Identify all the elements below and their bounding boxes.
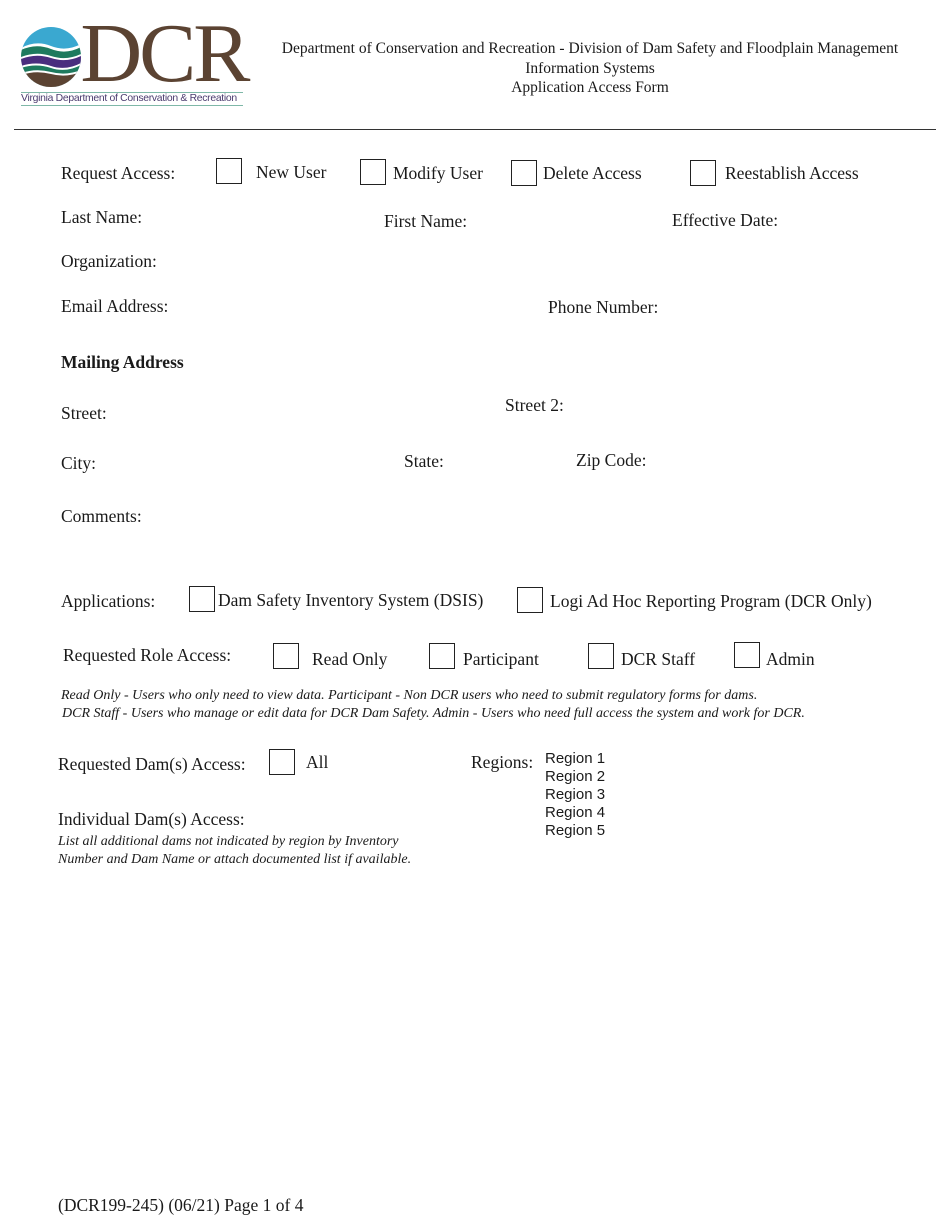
individual-dam-label: Individual Dam(s) Access: (58, 809, 245, 829)
role-note-line2: DCR Staff - Users who manage or edit dat… (62, 706, 805, 721)
individual-dam-note-line2: Number and Dam Name or attach documented… (58, 852, 412, 867)
regions-label: Regions: (471, 752, 534, 772)
delete-access-checkbox[interactable] (511, 160, 537, 186)
mailing-address-heading: Mailing Address (61, 352, 184, 372)
logi-label: Logi Ad Hoc Reporting Program (DCR Only) (550, 591, 872, 611)
participant-checkbox[interactable] (429, 643, 455, 669)
header-form-title: Application Access Form (511, 79, 669, 96)
regions-list[interactable]: Region 1 Region 2 Region 3 Region 4 Regi… (545, 750, 605, 840)
comments-label: Comments: (61, 506, 142, 526)
organization-label: Organization: (61, 251, 157, 271)
dcr-staff-label: DCR Staff (621, 649, 696, 669)
last-name-label: Last Name: (61, 207, 143, 227)
phone-label: Phone Number: (548, 297, 659, 317)
dcr-staff-checkbox[interactable] (588, 643, 614, 669)
all-dams-checkbox[interactable] (269, 749, 295, 775)
individual-dam-note-line1: List all additional dams not indicated b… (58, 834, 399, 849)
modify-user-label: Modify User (393, 163, 483, 183)
new-user-label: New User (256, 162, 327, 182)
dsis-label: Dam Safety Inventory System (DSIS) (218, 590, 484, 610)
admin-checkbox[interactable] (734, 642, 760, 668)
modify-user-checkbox[interactable] (360, 159, 386, 185)
region-option[interactable]: Region 4 (545, 804, 605, 822)
applications-label: Applications: (61, 591, 156, 611)
street2-label: Street 2: (505, 395, 564, 415)
participant-label: Participant (463, 649, 539, 669)
dam-access-label: Requested Dam(s) Access: (58, 754, 246, 774)
header-divider (14, 129, 936, 130)
delete-access-label: Delete Access (543, 163, 642, 183)
page-footer: (DCR199-245) (06/21) Page 1 of 4 (58, 1195, 304, 1215)
dsis-checkbox[interactable] (189, 586, 215, 612)
region-option[interactable]: Region 3 (545, 786, 605, 804)
street-label: Street: (61, 403, 107, 423)
logo-globe-icon (21, 27, 81, 87)
logo-wordmark: DCR (80, 7, 250, 100)
read-only-checkbox[interactable] (273, 643, 299, 669)
all-dams-label: All (306, 752, 329, 772)
state-label: State: (404, 451, 444, 471)
email-label: Email Address: (61, 296, 169, 316)
region-option[interactable]: Region 2 (545, 768, 605, 786)
new-user-checkbox[interactable] (216, 158, 242, 184)
header-subtitle: Information Systems (525, 59, 655, 77)
read-only-label: Read Only (312, 649, 388, 669)
reestablish-access-checkbox[interactable] (690, 160, 716, 186)
first-name-label: First Name: (384, 211, 468, 231)
region-option[interactable]: Region 1 (545, 750, 605, 768)
city-label: City: (61, 453, 97, 473)
role-note-line1: Read Only - Users who only need to view … (61, 688, 758, 703)
logo-subtitle: Virginia Department of Conservation & Re… (21, 92, 243, 106)
role-access-label: Requested Role Access: (63, 645, 232, 665)
zip-label: Zip Code: (576, 450, 647, 470)
request-access-label: Request Access: (61, 163, 176, 183)
region-option[interactable]: Region 5 (545, 822, 605, 840)
effective-date-label: Effective Date: (672, 210, 779, 230)
form-header: Department of Conservation and Recreatio… (262, 39, 918, 98)
logi-checkbox[interactable] (517, 587, 543, 613)
header-department: Department of Conservation and Recreatio… (281, 40, 899, 57)
admin-label: Admin (766, 649, 815, 669)
reestablish-access-label: Reestablish Access (725, 163, 859, 183)
